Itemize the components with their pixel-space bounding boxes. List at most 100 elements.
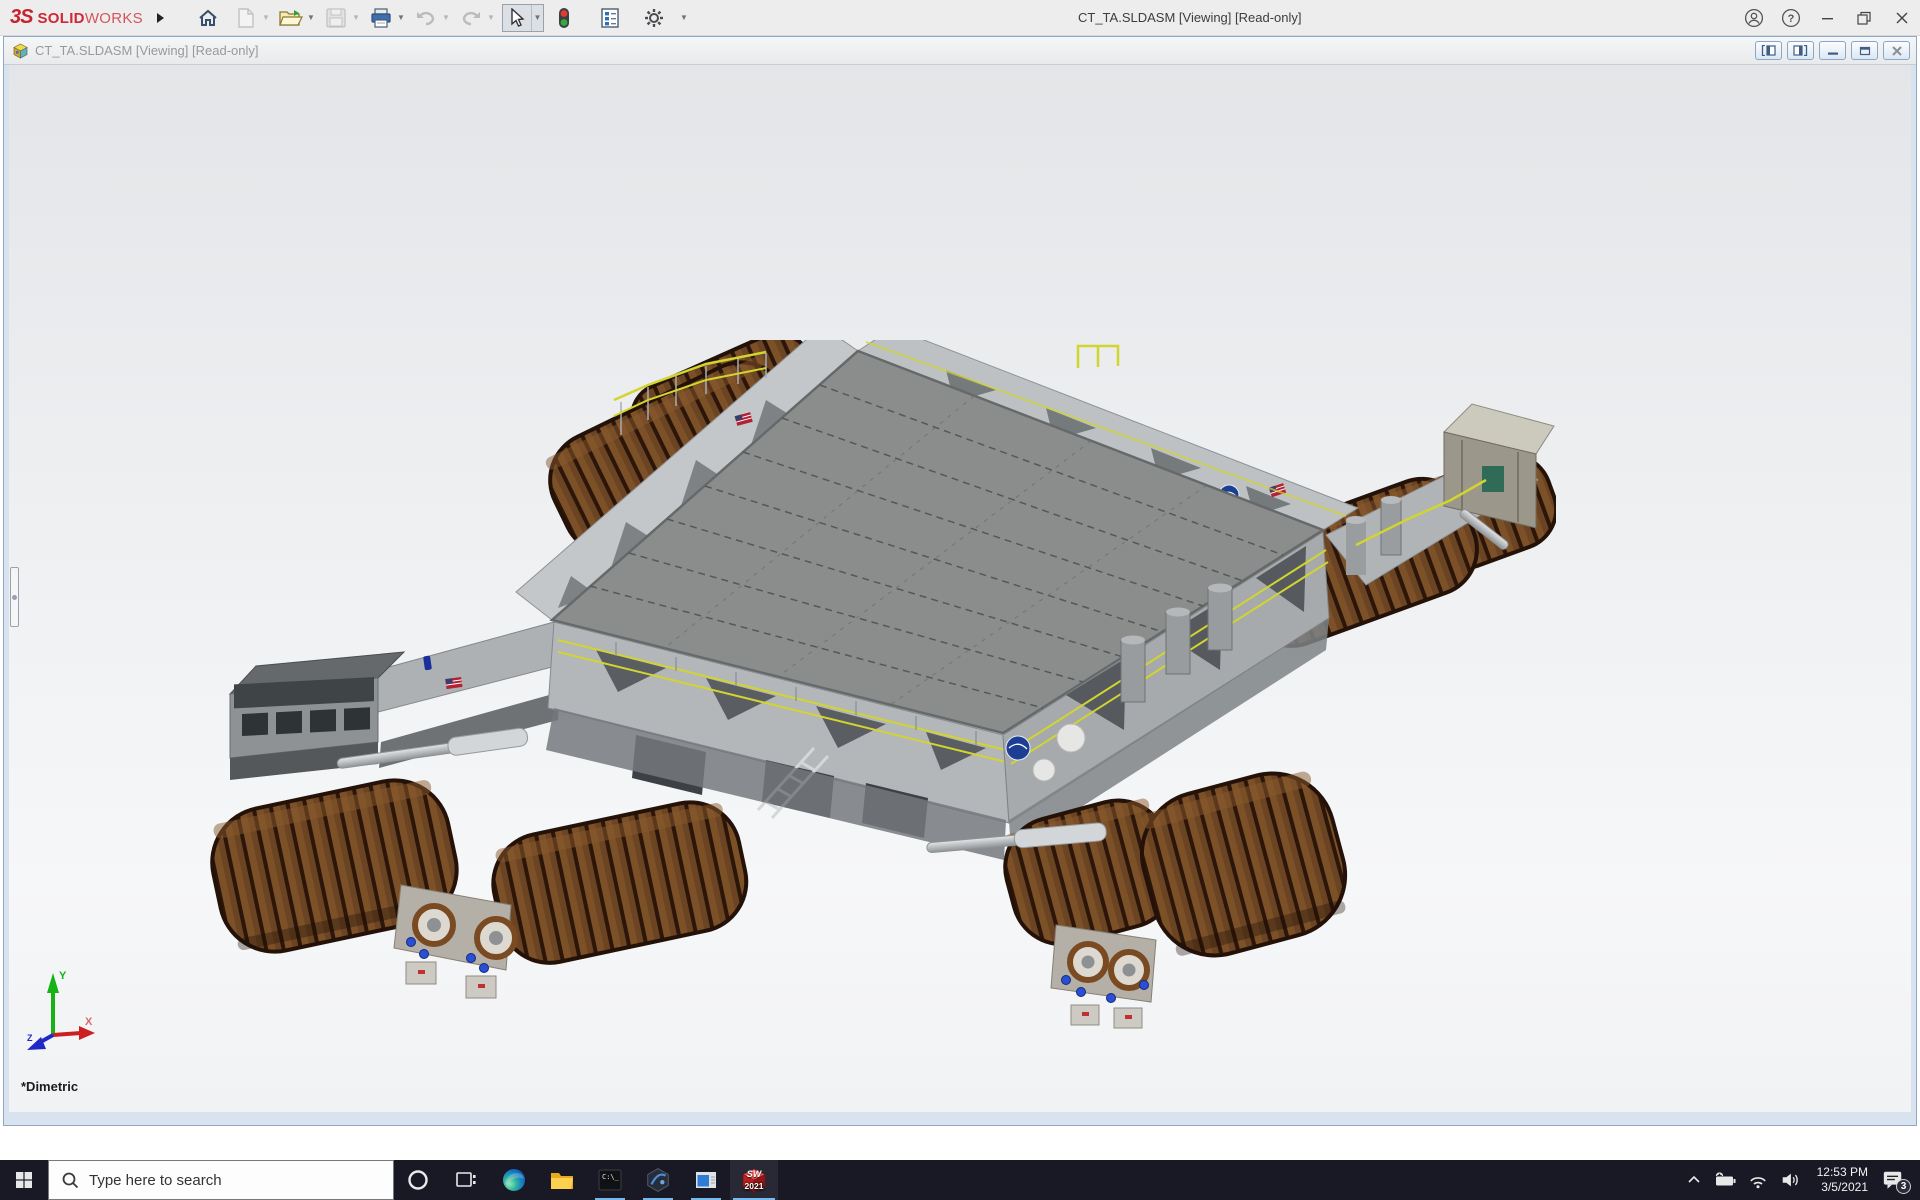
- document-restore-icon: [1859, 46, 1871, 56]
- triad-x-arrow: [79, 1026, 95, 1040]
- taskbar-search[interactable]: [48, 1160, 394, 1200]
- windows-logo-icon: [15, 1171, 33, 1189]
- document-restore-button[interactable]: [1851, 41, 1878, 60]
- chevron-up-icon: [1686, 1172, 1702, 1188]
- minimize-button[interactable]: [1809, 0, 1846, 36]
- cortana-button[interactable]: [394, 1160, 442, 1200]
- document-titlebar[interactable]: CT_TA.SLDASM [Viewing] [Read-only]: [4, 37, 1916, 65]
- view-orientation-label: *Dimetric: [21, 1079, 78, 1094]
- help-icon: ?: [1781, 8, 1801, 28]
- document-minimize-icon: [1827, 46, 1839, 56]
- home-icon: [197, 7, 219, 29]
- status-traffic-light-button[interactable]: [550, 4, 578, 32]
- task-view-button[interactable]: [442, 1160, 490, 1200]
- toggle-right-pane-button[interactable]: [1787, 41, 1814, 60]
- save-dropdown[interactable]: ▼: [350, 4, 362, 32]
- help-button[interactable]: ?: [1772, 0, 1809, 36]
- app-window-button[interactable]: [682, 1160, 730, 1200]
- solidworks-logo: 3S SOLID WORKS: [10, 6, 143, 29]
- restore-button[interactable]: [1846, 0, 1883, 36]
- window-title: CT_TA.SLDASM [Viewing] [Read-only]: [1078, 0, 1302, 36]
- logo-3ds-glyph: 3S: [10, 6, 32, 29]
- triad-z-label: Z: [27, 1033, 33, 1043]
- select-tool-dropdown[interactable]: ▼: [531, 5, 543, 31]
- home-button[interactable]: [194, 4, 222, 32]
- triad-x-label: X: [85, 1016, 93, 1028]
- evaluate-button[interactable]: [596, 4, 624, 32]
- toggle-right-pane-icon: [1793, 45, 1808, 56]
- file-explorer-button[interactable]: [538, 1160, 586, 1200]
- deck-guard-railing: [1078, 346, 1118, 368]
- action-center-button[interactable]: 3: [1872, 1160, 1914, 1200]
- tray-chevron-button[interactable]: [1678, 1160, 1710, 1200]
- open-dropdown[interactable]: ▼: [305, 4, 317, 32]
- account-button[interactable]: [1735, 0, 1772, 36]
- close-icon: [1895, 11, 1909, 25]
- new-document-dropdown[interactable]: ▼: [260, 4, 272, 32]
- open-button[interactable]: [277, 4, 305, 32]
- document-window: CT_TA.SLDASM [Viewing] [Read-only]: [3, 36, 1917, 1126]
- traffic-light-icon: [558, 7, 570, 29]
- solidworks-icon-year: 2021: [730, 1181, 778, 1191]
- reference-triad[interactable]: Y X Z: [23, 965, 103, 1057]
- search-icon: [61, 1171, 79, 1189]
- splitter-dot: [12, 595, 17, 600]
- save-icon: [326, 8, 346, 28]
- save-button[interactable]: [322, 4, 350, 32]
- settings-button[interactable]: [640, 4, 668, 32]
- print-dropdown[interactable]: ▼: [395, 4, 407, 32]
- redo-dropdown[interactable]: ▼: [485, 4, 497, 32]
- clock-date: 3/5/2021: [1806, 1180, 1868, 1195]
- start-button[interactable]: [0, 1160, 48, 1200]
- redo-icon: [460, 9, 482, 27]
- undo-dropdown[interactable]: ▼: [440, 4, 452, 32]
- solidworks-icon-label: SW: [730, 1169, 778, 1179]
- undo-icon: [415, 9, 437, 27]
- truck-front-left: [394, 885, 515, 998]
- wifi-status[interactable]: [1742, 1160, 1774, 1200]
- volume-icon: [1779, 1170, 1801, 1190]
- task-view-icon: [454, 1168, 478, 1192]
- print-button[interactable]: [367, 4, 395, 32]
- restore-icon: [1857, 11, 1872, 26]
- hexagon-app-button[interactable]: [634, 1160, 682, 1200]
- document-close-button[interactable]: [1883, 41, 1910, 60]
- document-close-icon: [1891, 46, 1903, 56]
- taskbar-search-input[interactable]: [89, 1172, 369, 1189]
- notification-badge: 3: [1896, 1179, 1911, 1194]
- open-folder-icon: [279, 8, 303, 28]
- new-document-button[interactable]: [232, 4, 260, 32]
- windows-taskbar: C:\_: [0, 1160, 1920, 1200]
- settings-dropdown[interactable]: ▼: [678, 4, 690, 32]
- select-tool-button[interactable]: [503, 4, 531, 32]
- model-crawler-transporter[interactable]: [166, 340, 1556, 1040]
- undo-button[interactable]: [412, 4, 440, 32]
- menu-flyout-arrow-icon[interactable]: [157, 13, 164, 23]
- taskbar-clock[interactable]: 12:53 PM 3/5/2021: [1806, 1165, 1872, 1195]
- new-document-icon: [237, 8, 255, 28]
- volume-status[interactable]: [1774, 1160, 1806, 1200]
- evaluate-list-icon: [600, 8, 620, 28]
- close-button[interactable]: [1883, 0, 1920, 36]
- select-tool-group: ▼: [502, 4, 544, 32]
- featuremanager-splitter-handle[interactable]: [10, 567, 19, 627]
- quick-access-toolbar: ▼ ▼ ▼: [194, 4, 695, 32]
- main-titlebar: 3S SOLID WORKS ▼: [0, 0, 1920, 36]
- hexagon-app-icon: [645, 1167, 671, 1193]
- document-window-controls: [1755, 41, 1910, 60]
- battery-status[interactable]: [1710, 1160, 1742, 1200]
- redo-button[interactable]: [457, 4, 485, 32]
- toggle-left-pane-button[interactable]: [1755, 41, 1782, 60]
- toggle-left-pane-icon: [1761, 45, 1776, 56]
- triad-y-arrow: [47, 973, 59, 993]
- graphics-viewport[interactable]: Y X Z *Dimetric: [9, 65, 1911, 1112]
- app-window-icon: [693, 1168, 719, 1192]
- svg-text:C:\_: C:\_: [602, 1173, 620, 1181]
- window-controls: ?: [1735, 0, 1920, 36]
- document-minimize-button[interactable]: [1819, 41, 1846, 60]
- track-front-left-inner: [484, 793, 756, 972]
- terminal-button[interactable]: C:\_: [586, 1160, 634, 1200]
- edge-button[interactable]: [490, 1160, 538, 1200]
- track-front-right-outer: [1128, 760, 1359, 970]
- solidworks-button[interactable]: SW 2021: [730, 1160, 778, 1200]
